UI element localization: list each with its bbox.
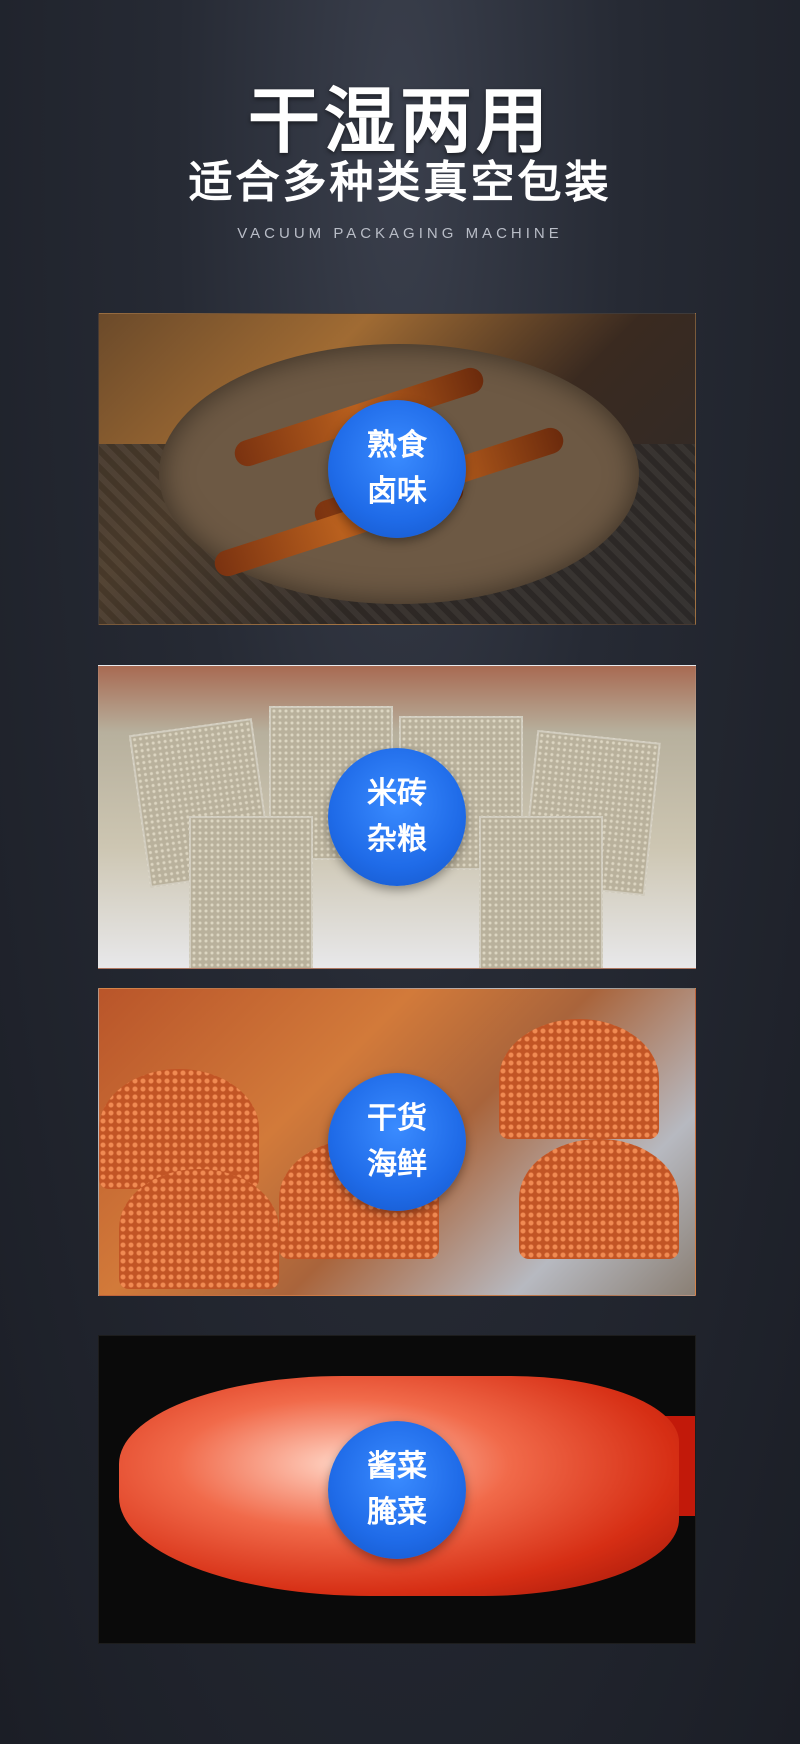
category-badge: 米砖 杂粮 (328, 748, 466, 886)
cooked-food-image: 熟食 卤味 (98, 313, 696, 625)
category-badge: 酱菜 腌菜 (328, 1420, 466, 1559)
vacuum-bag (479, 816, 603, 968)
shrimp-pile (519, 1139, 679, 1259)
badge-line2: 卤味 (367, 474, 427, 509)
category-badge: 熟食 卤味 (328, 400, 466, 538)
badge-line2: 杂粮 (367, 822, 427, 857)
badge-line1: 干货 (367, 1101, 427, 1136)
shrimp-pile (119, 1169, 279, 1289)
badge-line2: 海鲜 (367, 1147, 427, 1182)
badge-line2: 腌菜 (367, 1494, 427, 1530)
shrimp-pile (499, 1019, 659, 1139)
dried-seafood-image: 干货 海鲜 (98, 988, 696, 1296)
badge-line1: 熟食 (367, 428, 427, 463)
grain-brick-image: 米砖 杂粮 (98, 665, 696, 969)
category-badge: 干货 海鲜 (328, 1073, 466, 1211)
pickled-vegetable-image: 酱菜 腌菜 (98, 1335, 696, 1644)
english-caption: VACUUM PACKAGING MACHINE (237, 225, 563, 242)
badge-line1: 酱菜 (367, 1448, 427, 1484)
page-subtitle: 适合多种类真空包装 (188, 157, 612, 208)
vacuum-bag (189, 816, 313, 968)
badge-line1: 米砖 (367, 776, 427, 811)
